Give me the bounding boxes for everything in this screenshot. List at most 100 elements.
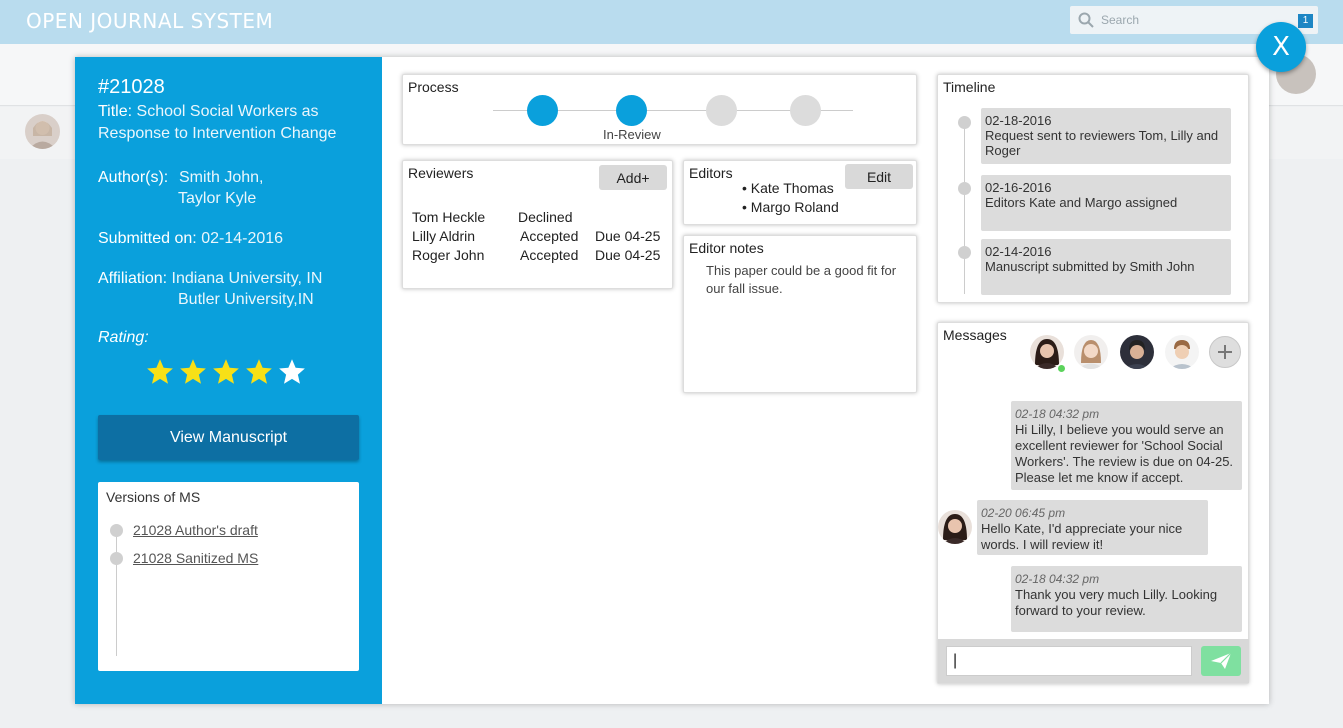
author-name: Taylor Kyle: [178, 190, 257, 207]
send-button[interactable]: [1201, 646, 1241, 676]
message-text: Hello Kate, I'd appreciate your nice wor…: [981, 521, 1183, 552]
affiliation-field: Butler University,IN: [178, 289, 314, 311]
reviewer-name: Roger John: [412, 247, 485, 263]
timeline-text: Request sent to reviewers Tom, Lilly and…: [985, 128, 1219, 158]
add-participant-button[interactable]: [1209, 336, 1241, 368]
reviewer-name: Lilly Aldrin: [412, 228, 476, 244]
process-panel: Process In-Review: [402, 74, 917, 145]
message-bubble: 02-20 06:45 pm Hello Kate, I'd appreciat…: [977, 500, 1208, 555]
editors-title: Editors: [689, 165, 733, 181]
close-button[interactable]: X: [1256, 22, 1306, 72]
versions-line: [116, 528, 117, 656]
messages-panel: Messages 02-18 04:32 pm Hi Lilly, I beli…: [937, 322, 1249, 684]
editor-notes-panel: Editor notes This paper could be a good …: [683, 235, 917, 393]
reviewer-row[interactable]: Roger John Accepted Due 04-25: [412, 247, 660, 263]
star-filled-icon[interactable]: [211, 357, 241, 387]
participant-avatar[interactable]: [1074, 335, 1108, 369]
online-status-indicator: [1057, 364, 1066, 373]
reviewer-name: Tom Heckle: [412, 209, 486, 225]
process-step: [790, 95, 821, 126]
reviewer-row[interactable]: Lilly Aldrin Accepted Due 04-25: [412, 228, 660, 244]
sender-avatar: [938, 510, 972, 544]
timeline-date: 02-14-2016: [985, 244, 1052, 259]
message-bubble: 02-18 04:32 pm Thank you very much Lilly…: [1011, 566, 1242, 632]
search-input[interactable]: Search: [1101, 13, 1139, 27]
title-value: School Social Workers as Response to Int…: [98, 103, 337, 142]
timeline-text: Manuscript submitted by Smith John: [985, 259, 1195, 274]
message-input[interactable]: |: [946, 646, 1192, 676]
star-filled-icon[interactable]: [178, 357, 208, 387]
top-bar: OPEN JOURNAL SYSTEM Search 1: [0, 0, 1343, 44]
authors-list: Taylor Kyle: [178, 188, 256, 210]
editor-name: Kate Thomas: [750, 180, 834, 196]
edit-editors-button[interactable]: Edit: [845, 164, 913, 189]
timeline-dot-icon: [958, 246, 971, 259]
rating-label: Rating:: [98, 329, 149, 346]
reviewer-status: Accepted: [520, 228, 579, 244]
version-link[interactable]: 21028 Author's draft: [133, 522, 258, 538]
affiliation-field: Affiliation: Indiana University, IN: [98, 268, 322, 290]
star-filled-icon[interactable]: [145, 357, 175, 387]
process-step: [527, 95, 558, 126]
manuscript-details-panel: #21028 Title: School Social Workers as R…: [75, 57, 382, 704]
editors-panel: Editors Edit • Kate Thomas • Margo Rolan…: [683, 160, 917, 225]
version-item[interactable]: 21028 Sanitized MS: [110, 550, 258, 566]
message-bubble: 02-18 04:32 pm Hi Lilly, I believe you w…: [1011, 401, 1242, 490]
timeline-panel: Timeline 02-18-2016 Request sent to revi…: [937, 74, 1249, 303]
app-logo: OPEN JOURNAL SYSTEM: [26, 9, 274, 33]
participant-avatar[interactable]: [1165, 335, 1199, 369]
rating-stars[interactable]: [145, 357, 307, 387]
reviewer-status: Accepted: [520, 247, 579, 263]
timeline-event: 02-16-2016 Editors Kate and Margo assign…: [981, 175, 1231, 231]
send-icon: [1211, 652, 1232, 669]
timeline-title: Timeline: [943, 79, 996, 95]
timeline-date: 02-18-2016: [985, 113, 1052, 128]
submitted-value: 02-14-2016: [201, 230, 284, 247]
authors-field: Author(s):: [98, 167, 168, 189]
title-label: Title:: [98, 103, 133, 120]
avatar: [25, 114, 60, 149]
message-time: 02-20 06:45 pm: [981, 506, 1066, 520]
timeline-event: 02-14-2016 Manuscript submitted by Smith…: [981, 239, 1231, 295]
submitted-label: Submitted on:: [98, 230, 197, 247]
version-item[interactable]: 21028 Author's draft: [110, 522, 258, 538]
star-empty-icon[interactable]: [277, 357, 307, 387]
star-filled-icon[interactable]: [244, 357, 274, 387]
version-dot-icon: [110, 551, 123, 565]
view-manuscript-button[interactable]: View Manuscript: [98, 415, 359, 460]
search-icon: [1078, 12, 1094, 28]
authors-list: Smith John,: [179, 167, 263, 189]
submitted-field: Submitted on: 02-14-2016: [98, 228, 283, 250]
reviewers-panel: Reviewers Add+ Tom Heckle Declined Lilly…: [402, 160, 673, 289]
message-time: 02-18 04:32 pm: [1015, 572, 1100, 586]
affiliation-value: Butler University,IN: [178, 291, 314, 308]
reviewer-due: Due 04-25: [595, 228, 661, 244]
message-text: Thank you very much Lilly. Looking forwa…: [1015, 587, 1218, 618]
authors-label: Author(s):: [98, 169, 169, 186]
affiliation-label: Affiliation:: [98, 270, 168, 287]
timeline-text: Editors Kate and Margo assigned: [985, 195, 1178, 210]
current-step-label: In-Review: [603, 127, 661, 142]
version-dot-icon: [110, 523, 123, 537]
editor-item: • Margo Roland: [742, 199, 839, 215]
timeline-event: 02-18-2016 Request sent to reviewers Tom…: [981, 108, 1231, 164]
messages-title: Messages: [943, 327, 1007, 343]
participant-avatar[interactable]: [1120, 335, 1154, 369]
process-step: [616, 95, 647, 126]
editor-name: Margo Roland: [750, 199, 839, 215]
message-text: Hi Lilly, I believe you would serve an e…: [1015, 422, 1234, 485]
reviewers-title: Reviewers: [408, 165, 474, 181]
editor-item: • Kate Thomas: [742, 180, 834, 196]
versions-title: Versions of MS: [106, 489, 201, 505]
version-link[interactable]: 21028 Sanitized MS: [133, 550, 258, 566]
editor-notes-text[interactable]: This paper could be a good fit for our f…: [706, 262, 906, 298]
timeline-dot-icon: [958, 116, 971, 129]
reviewer-due: Due 04-25: [595, 247, 661, 263]
notification-badge[interactable]: 1: [1298, 14, 1313, 28]
message-compose-bar: |: [938, 639, 1249, 683]
versions-panel: Versions of MS 21028 Author's draft 2102…: [98, 482, 359, 671]
add-reviewer-button[interactable]: Add+: [599, 165, 667, 190]
reviewer-row[interactable]: Tom Heckle Declined: [412, 209, 595, 225]
timeline-line: [964, 119, 965, 294]
editor-notes-title: Editor notes: [689, 240, 764, 256]
